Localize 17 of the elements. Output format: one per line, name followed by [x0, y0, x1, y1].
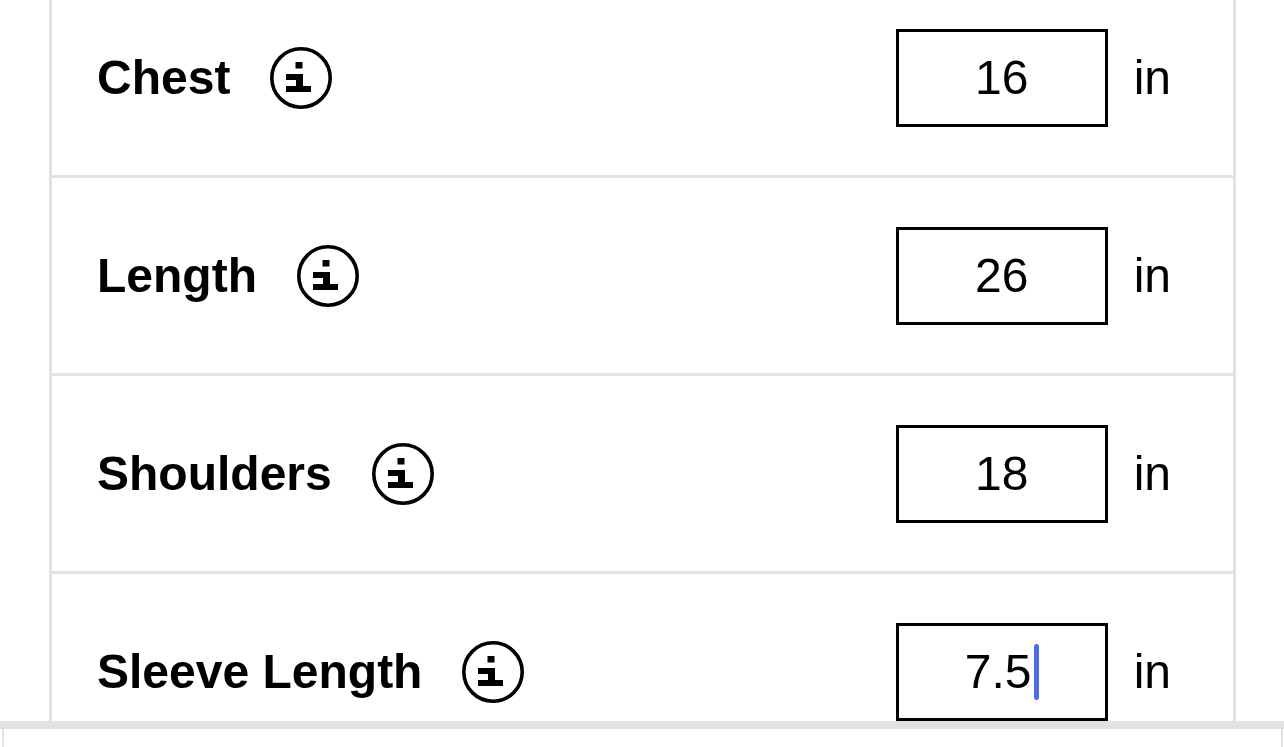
measurement-input[interactable]: 18 — [895, 424, 1108, 523]
info-icon[interactable] — [270, 46, 333, 109]
measurement-input[interactable]: 26 — [895, 226, 1108, 325]
measurement-label: Chest — [97, 53, 231, 102]
measurement-input[interactable]: 7.5 — [895, 622, 1108, 721]
info-icon[interactable] — [296, 244, 359, 307]
info-icon[interactable] — [371, 442, 434, 505]
unit-label: in — [1133, 53, 1171, 102]
text-cursor — [1033, 643, 1039, 700]
measurement-input[interactable]: 16 — [895, 28, 1108, 127]
unit-label: in — [1133, 647, 1171, 696]
unit-label: in — [1133, 251, 1171, 300]
measurement-label: Length — [97, 251, 257, 300]
measurement-label: Shoulders — [97, 449, 332, 498]
unit-label: in — [1133, 449, 1171, 498]
measurement-label: Sleeve Length — [97, 647, 423, 696]
info-icon[interactable] — [462, 640, 525, 703]
